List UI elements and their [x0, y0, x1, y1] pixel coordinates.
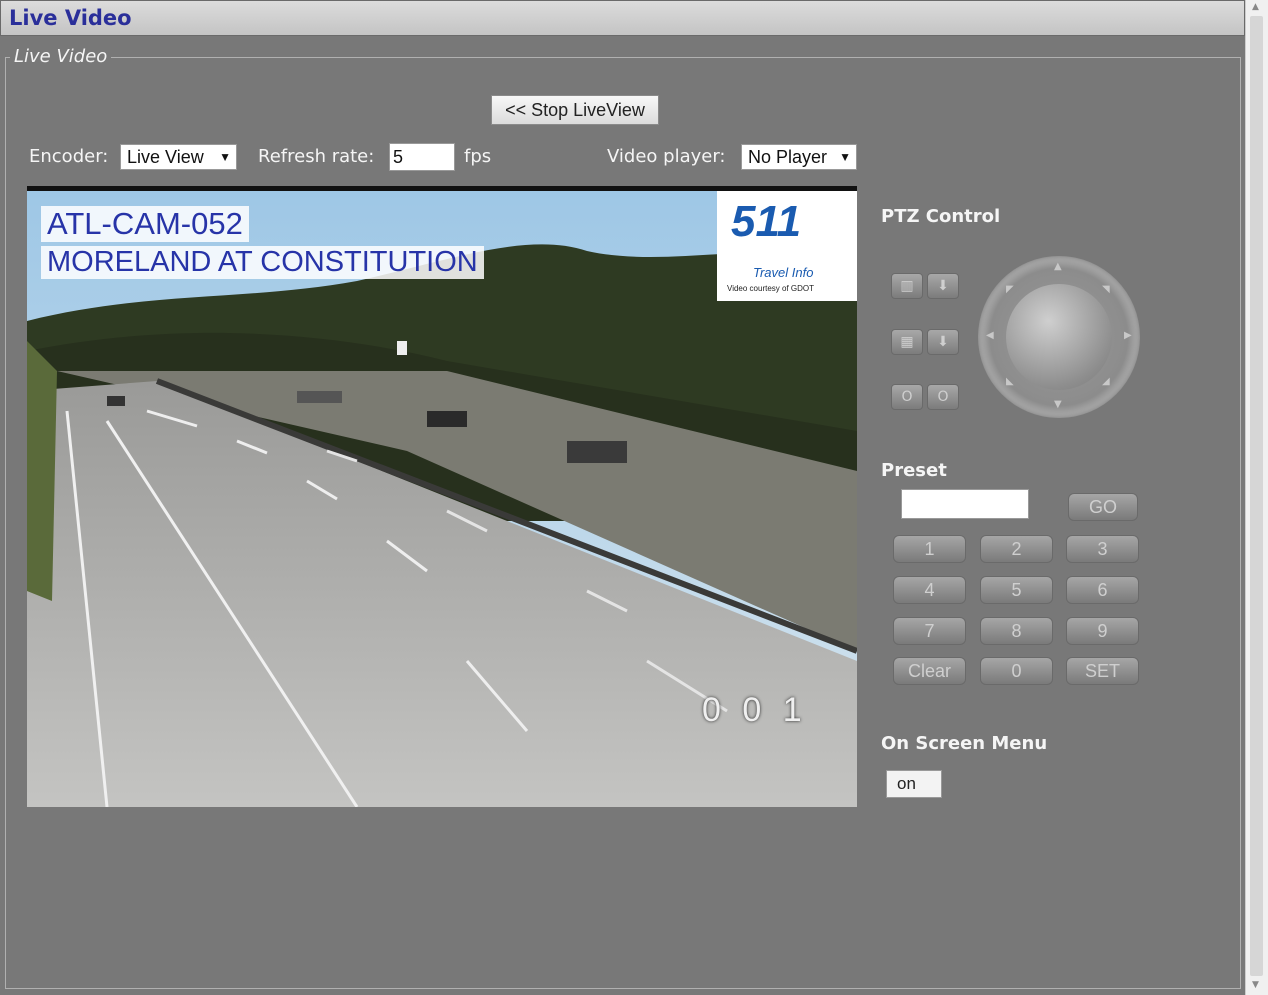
live-video-frame[interactable]: ATL-CAM-052 MORELAND AT CONSTITUTION 511…	[27, 186, 857, 807]
joystick-knob[interactable]	[1006, 284, 1112, 390]
window-titlebar: Live Video	[0, 0, 1245, 36]
encoder-label: Encoder:	[29, 146, 109, 167]
video-player-select-value: No Player	[748, 147, 828, 167]
preset-key-1[interactable]: 1	[893, 535, 966, 563]
video-player-label: Video player:	[607, 146, 726, 167]
preset-key-5[interactable]: 5	[980, 576, 1053, 604]
down-right-arrow-icon: ◢	[1102, 376, 1110, 387]
dropdown-arrow-icon: ▼	[219, 150, 231, 164]
iris-open-button[interactable]: O	[927, 384, 959, 410]
camera-location-overlay: MORELAND AT CONSTITUTION	[41, 246, 484, 279]
up-arrow-icon: ▲	[1054, 261, 1062, 272]
preset-key-7[interactable]: 7	[893, 617, 966, 645]
focus-near-button[interactable]: ⬇	[927, 273, 959, 299]
preset-set-button[interactable]: SET	[1066, 657, 1139, 685]
scroll-up-icon[interactable]: ▲	[1252, 2, 1259, 12]
encoder-select-value: Live View	[127, 147, 204, 167]
zoom-out-button[interactable]: ▥	[891, 273, 923, 299]
down-left-arrow-icon: ◣	[1006, 376, 1014, 387]
iris-close-icon: O	[901, 389, 913, 405]
preset-key-8[interactable]: 8	[980, 617, 1053, 645]
pan-tilt-joystick[interactable]: ▲ ▼ ◀ ▶ ◤ ◥ ◣ ◢	[978, 256, 1140, 418]
vertical-scrollbar[interactable]: ▲ ▼	[1245, 0, 1268, 995]
zoom-in-icon: ▦	[900, 334, 914, 350]
down-arrow-icon: ▼	[1054, 399, 1062, 410]
refresh-rate-input[interactable]: 5	[389, 143, 455, 171]
up-left-arrow-icon: ◤	[1006, 284, 1014, 295]
on-screen-menu-toggle[interactable]: on	[886, 770, 942, 798]
scrollbar-thumb[interactable]	[1250, 16, 1263, 976]
preset-go-button[interactable]: GO	[1068, 493, 1138, 521]
arrow-down-icon: ⬇	[937, 334, 949, 350]
on-screen-menu-title: On Screen Menu	[881, 733, 1048, 754]
preset-key-3[interactable]: 3	[1066, 535, 1139, 563]
preset-title: Preset	[881, 460, 947, 481]
fieldset-legend: Live Video	[10, 46, 112, 67]
up-right-arrow-icon: ◥	[1102, 284, 1110, 295]
preset-input[interactable]	[901, 489, 1029, 519]
dropdown-arrow-icon: ▼	[839, 150, 851, 164]
stop-liveview-button[interactable]: << Stop LiveView	[491, 95, 659, 125]
left-arrow-icon: ◀	[986, 330, 994, 341]
refresh-unit-label: fps	[464, 146, 492, 167]
right-arrow-icon: ▶	[1124, 330, 1132, 341]
arrow-down-icon: ⬇	[937, 278, 949, 294]
preset-key-0[interactable]: 0	[980, 657, 1053, 685]
focus-far-button[interactable]: ⬇	[927, 329, 959, 355]
ptz-control-title: PTZ Control	[881, 206, 1001, 227]
preset-key-2[interactable]: 2	[980, 535, 1053, 563]
preset-clear-button[interactable]: Clear	[893, 657, 966, 685]
logo-number: 511	[731, 197, 802, 246]
511-logo: 511 Travel Info Video courtesy of GDOT	[717, 191, 857, 301]
window-title: Live Video	[9, 6, 132, 30]
iris-close-button[interactable]: O	[891, 384, 923, 410]
refresh-rate-label: Refresh rate:	[258, 146, 375, 167]
iris-open-icon: O	[937, 389, 949, 405]
camera-id-overlay: ATL-CAM-052	[41, 206, 249, 242]
preset-key-4[interactable]: 4	[893, 576, 966, 604]
preset-key-9[interactable]: 9	[1066, 617, 1139, 645]
logo-credit: Video courtesy of GDOT	[727, 284, 814, 293]
zoom-in-button[interactable]: ▦	[891, 329, 923, 355]
logo-text: Travel Info	[753, 265, 814, 280]
zoom-out-icon: ▥	[900, 278, 914, 294]
encoder-select[interactable]: Live View ▼	[120, 144, 237, 170]
video-player-select[interactable]: No Player ▼	[741, 144, 857, 170]
scroll-down-icon[interactable]: ▼	[1252, 980, 1259, 990]
frame-counter: 0 0 1	[702, 691, 808, 729]
preset-key-6[interactable]: 6	[1066, 576, 1139, 604]
